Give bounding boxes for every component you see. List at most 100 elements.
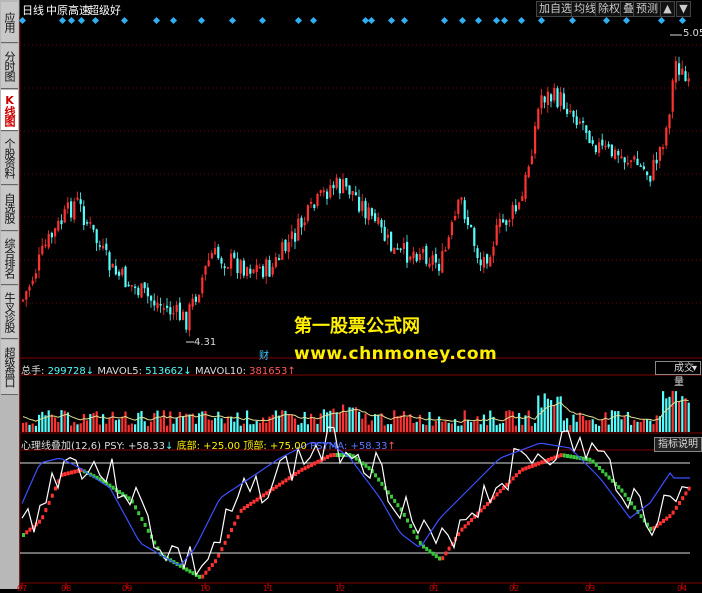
volume-bar <box>674 391 677 432</box>
psy-dot <box>303 466 307 471</box>
volume-bar <box>668 396 671 432</box>
candle-body <box>351 190 354 195</box>
candle-body <box>684 71 687 82</box>
volume-bar <box>553 404 556 432</box>
candle-body <box>537 108 540 129</box>
psy-dot <box>223 540 227 545</box>
volume-bar <box>450 423 453 432</box>
indicator-title: 心理线叠加(12,6) <box>21 441 102 452</box>
psy-dot <box>562 453 566 458</box>
finance-marker[interactable]: 财 <box>259 347 269 362</box>
candle-body <box>524 174 527 199</box>
volume-bar <box>518 412 521 432</box>
kline-chart[interactable] <box>0 0 702 589</box>
candle-body <box>156 302 159 309</box>
volume-bar <box>370 420 373 432</box>
psy-dot <box>521 467 525 472</box>
candle-body <box>230 253 233 269</box>
psy-dot <box>332 453 336 457</box>
psy-dot <box>530 463 534 468</box>
candle-body <box>626 162 629 165</box>
psy-dot <box>354 456 358 461</box>
candle-body <box>425 246 428 264</box>
volume-bar <box>687 402 690 432</box>
psy-dot <box>684 491 688 496</box>
volume-bar <box>380 413 383 432</box>
volume-bar <box>162 410 165 432</box>
candle-body <box>508 220 511 222</box>
volume-bar <box>294 418 297 432</box>
psy-dot <box>486 502 489 506</box>
psy-dot <box>54 486 57 491</box>
volume-bar <box>678 401 681 432</box>
volume-bar <box>601 419 604 432</box>
volume-bar <box>290 414 293 432</box>
bottom-label: 底部: <box>176 441 200 452</box>
candle-body <box>393 247 396 254</box>
psy-dot <box>44 508 48 513</box>
volume-bar <box>134 424 137 432</box>
candle-body <box>418 254 421 260</box>
total-volume-label: 总手: <box>21 366 45 377</box>
volume-bar <box>617 411 620 432</box>
candle-body <box>466 217 469 226</box>
volume-bar <box>342 404 345 432</box>
signal-marker-icon <box>568 16 577 25</box>
psy-dot <box>671 510 675 515</box>
volume-bar <box>278 415 281 432</box>
volume-bar <box>105 423 108 432</box>
candle-body <box>194 296 197 302</box>
candle-body <box>217 246 220 259</box>
psy-dot <box>220 547 224 552</box>
signal-marker-icon <box>537 16 546 25</box>
volume-indicator-select[interactable]: 成交量 ▾ <box>655 361 701 388</box>
bottom-value: +25.00 <box>203 441 241 452</box>
candle-body <box>658 147 661 161</box>
candle-body <box>617 150 620 156</box>
candle-body <box>527 166 530 178</box>
volume-bar <box>598 425 601 432</box>
volume-bar <box>444 420 447 432</box>
volume-bar <box>662 391 665 432</box>
volume-bar <box>642 419 645 432</box>
candle-body <box>188 304 191 331</box>
candle-body <box>562 93 565 109</box>
candle-body <box>412 251 415 259</box>
volume-bar <box>620 419 623 432</box>
volume-bar <box>473 421 476 432</box>
psy-dot <box>447 546 451 551</box>
psy-dot <box>326 455 329 459</box>
candle-body <box>454 215 457 220</box>
candle-body <box>60 220 63 225</box>
psy-dot <box>111 485 115 490</box>
volume-bar <box>508 410 511 432</box>
volume-bar <box>249 424 252 432</box>
psy-dot <box>265 491 269 496</box>
psy-dot <box>306 464 310 469</box>
volume-bar <box>540 407 543 432</box>
psy-dot <box>390 494 393 499</box>
volume-bar <box>338 412 341 432</box>
candle-body <box>150 295 153 301</box>
candle-body <box>246 267 249 277</box>
candle-body <box>63 209 66 223</box>
volume-bar <box>386 424 389 432</box>
psy-value: +58.33 <box>127 441 165 452</box>
low-price-label: 4.31 <box>194 337 217 348</box>
psy-dot <box>281 480 285 485</box>
psy-dot <box>63 472 67 477</box>
candle-body <box>444 250 447 252</box>
volume-bar <box>486 425 489 432</box>
signal-marker-icon <box>309 16 318 25</box>
volume-bar <box>607 424 610 432</box>
candle-body <box>89 222 92 224</box>
volume-bar <box>447 422 450 432</box>
candle-body <box>348 185 351 195</box>
volume-bar <box>383 425 386 432</box>
candle-body <box>134 286 137 289</box>
indicator-help-button[interactable]: 指标说明 <box>654 437 702 452</box>
candle-body <box>402 243 405 250</box>
psy-dot <box>25 530 29 535</box>
volume-bar <box>252 424 255 432</box>
signal-marker-icon <box>169 16 178 25</box>
